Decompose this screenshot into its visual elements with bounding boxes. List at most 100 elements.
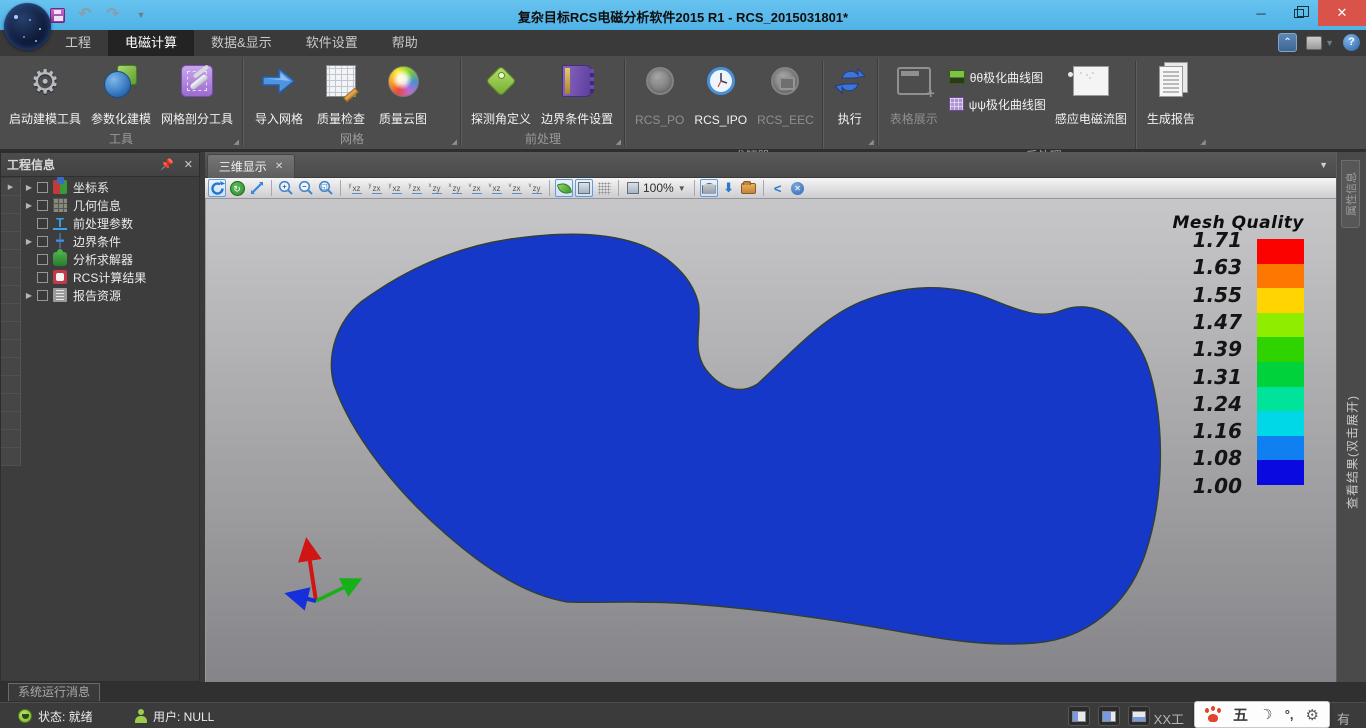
rcs-po-button[interactable]: RCS_PO xyxy=(630,59,689,129)
checkbox[interactable] xyxy=(37,272,48,283)
dialog-launcher-icon[interactable]: ◢ xyxy=(1200,138,1205,146)
legend-color-bar xyxy=(1257,239,1304,485)
induced-em-flow-button[interactable]: 感应电磁流图 xyxy=(1050,59,1132,129)
layout-split-button[interactable] xyxy=(1098,706,1120,726)
boundary-condition-button[interactable]: 边界条件设置 xyxy=(536,59,618,129)
menu-item-2[interactable]: 数据&显示 xyxy=(194,30,289,56)
quality-cloud-map-button[interactable]: 质量云图 xyxy=(372,59,434,129)
parametric-modeling-button[interactable]: 参数化建模 xyxy=(86,59,156,129)
dialog-launcher-icon[interactable]: ◢ xyxy=(452,138,457,146)
export-down-button[interactable]: ⬇ xyxy=(720,179,738,197)
ime-wubi-button[interactable]: 五 xyxy=(1233,704,1248,725)
launch-modeling-tool-button[interactable]: ⚙ 启动建模工具 xyxy=(4,59,86,129)
project-tree: ▶▶坐标系▶几何信息T前处理参数▶┿边界条件分析求解器RCS计算结果▶报告资源 xyxy=(1,178,199,681)
share-view-button[interactable]: < xyxy=(769,179,787,197)
dialog-launcher-icon[interactable]: ◢ xyxy=(234,138,239,146)
smooth-shade-button[interactable] xyxy=(555,179,573,197)
generate-report-button[interactable]: 生成报告 xyxy=(1140,59,1202,129)
tab-system-messages[interactable]: 系统运行消息 xyxy=(8,683,100,701)
view-orientation-button-6[interactable]: vzx xyxy=(466,179,484,197)
menu-item-0[interactable]: 工程 xyxy=(48,30,108,56)
menu-item-4[interactable]: 帮助 xyxy=(375,30,435,56)
open-folder-button[interactable] xyxy=(740,179,758,197)
tab-view-results[interactable]: 查看结果(双击展开) xyxy=(1337,322,1366,582)
theta-polarization-curve-button[interactable]: θθ极化曲线图 xyxy=(949,67,1046,87)
rcs-ipo-button[interactable]: RCS_IPO xyxy=(689,59,752,129)
dialog-launcher-icon[interactable]: ◢ xyxy=(868,138,873,146)
view-orientation-button-8[interactable]: vzx xyxy=(506,179,524,197)
flat-shade-button[interactable] xyxy=(575,179,593,197)
tree-row[interactable]: ▶报告资源 xyxy=(1,286,199,304)
zoom-in-button[interactable]: + xyxy=(277,179,295,197)
curve-chart-icon xyxy=(949,70,965,84)
row-gutter xyxy=(1,340,21,358)
rcs-eec-button[interactable]: RCS_EEC xyxy=(752,59,819,129)
minimize-button[interactable]: ─ xyxy=(1242,0,1280,26)
zoom-level-dropdown[interactable]: 100%▼ xyxy=(624,181,689,195)
window-list-button[interactable]: ▼ xyxy=(1306,36,1334,50)
view-orientation-button-5[interactable]: xzy xyxy=(446,179,464,197)
tree-row[interactable]: T前处理参数 xyxy=(1,214,199,232)
psi-polarization-curve-button[interactable]: ψψ极化曲线图 xyxy=(949,94,1046,114)
view-orientation-button-7[interactable]: vxz xyxy=(486,179,504,197)
checkbox[interactable] xyxy=(37,290,48,301)
checkbox[interactable] xyxy=(37,200,48,211)
table-display-button[interactable]: 表格展示 xyxy=(883,59,945,129)
checkbox[interactable] xyxy=(37,236,48,247)
wireframe-button[interactable] xyxy=(595,179,613,197)
expander-icon[interactable]: ▶ xyxy=(21,201,37,210)
tree-row[interactable]: RCS计算结果 xyxy=(1,268,199,286)
close-button[interactable]: ✕ xyxy=(1318,0,1366,26)
tree-row[interactable]: 分析求解器 xyxy=(1,250,199,268)
tree-row[interactable]: ▶▶坐标系 xyxy=(1,178,199,196)
menu-item-1[interactable]: 电磁计算 xyxy=(108,30,194,56)
zoom-fit-button[interactable]: ◱ xyxy=(317,179,335,197)
probe-angle-define-button[interactable]: 探测角定义 xyxy=(466,59,536,129)
app-logo[interactable] xyxy=(4,3,51,50)
view-orientation-button-3[interactable]: yzx xyxy=(406,179,424,197)
tab-close-icon[interactable]: ✕ xyxy=(275,161,283,172)
pin-icon[interactable]: 📌 xyxy=(160,158,174,171)
view-orientation-button-1[interactable]: yzx xyxy=(366,179,384,197)
view-orientation-button-9[interactable]: vzy xyxy=(526,179,544,197)
tree-row[interactable]: ▶几何信息 xyxy=(1,196,199,214)
expander-icon[interactable]: ▶ xyxy=(21,237,37,246)
tab-3d-display[interactable]: 三维显示 ✕ xyxy=(207,154,295,178)
tab-property-info[interactable]: 属性信息 xyxy=(1341,160,1360,228)
layout-bottom-button[interactable] xyxy=(1128,706,1150,726)
clip-plane-button[interactable] xyxy=(700,179,718,197)
ime-logo-icon[interactable] xyxy=(1205,708,1221,722)
quality-check-button[interactable]: 质量检查 xyxy=(310,59,372,129)
orbit-view-button[interactable]: ↻ xyxy=(228,179,246,197)
ime-punctuation-button[interactable]: °, xyxy=(1285,707,1294,722)
view-orientation-button-0[interactable]: yxz xyxy=(346,179,364,197)
run-button[interactable]: 执行 xyxy=(827,59,873,129)
checkbox[interactable] xyxy=(37,182,48,193)
expander-icon[interactable]: ▶ xyxy=(21,291,37,300)
expander-icon[interactable]: ▶ xyxy=(21,183,37,192)
collapse-ribbon-button[interactable]: ⌃ xyxy=(1278,33,1297,52)
menu-item-3[interactable]: 软件设置 xyxy=(289,30,375,56)
rotate-view-button[interactable] xyxy=(208,179,226,197)
gear-icon[interactable]: ⚙ xyxy=(1306,706,1319,724)
pan-zoom-button[interactable] xyxy=(248,179,266,197)
viewport-3d[interactable]: Mesh Quality 1.711.631.551.471.391.311.2… xyxy=(205,199,1336,682)
import-mesh-button[interactable]: 导入网格 xyxy=(248,59,310,129)
dialog-launcher-icon[interactable]: ◢ xyxy=(616,138,621,146)
chevron-down-icon[interactable]: ▼ xyxy=(1319,160,1328,170)
zoom-out-button[interactable]: − xyxy=(297,179,315,197)
right-side-strip: 属性信息 查看结果(双击展开) xyxy=(1336,152,1366,682)
close-view-button[interactable]: ✕ xyxy=(789,179,807,197)
tree-row[interactable]: ▶┿边界条件 xyxy=(1,232,199,250)
checkbox[interactable] xyxy=(37,218,48,229)
mesh-partition-tool-button[interactable]: 网格剖分工具 xyxy=(156,59,238,129)
checkbox[interactable] xyxy=(37,254,48,265)
restore-button[interactable] xyxy=(1280,0,1318,26)
view-orientation-button-4[interactable]: xzy xyxy=(426,179,444,197)
layout-left-button[interactable] xyxy=(1068,706,1090,726)
moon-icon[interactable]: ☽ xyxy=(1258,704,1275,724)
view-orientation-button-2[interactable]: yxz xyxy=(386,179,404,197)
folder-icon xyxy=(741,183,756,194)
close-icon[interactable]: ✕ xyxy=(184,158,193,171)
help-button[interactable]: ? xyxy=(1343,34,1360,51)
